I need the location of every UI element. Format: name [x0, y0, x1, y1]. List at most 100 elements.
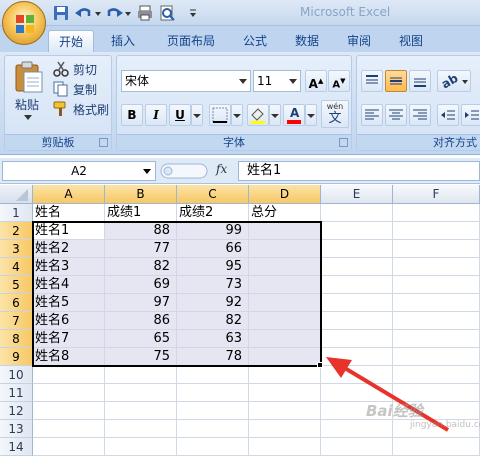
column-header-c[interactable]: C — [177, 185, 249, 204]
tab-home[interactable]: 开始 — [48, 30, 94, 52]
cell-c3[interactable]: 66 — [177, 240, 249, 258]
cell-c10[interactable] — [177, 366, 249, 384]
cell-a6[interactable]: 姓名5 — [33, 294, 105, 312]
cell-c7[interactable]: 82 — [177, 312, 249, 330]
cell-d2[interactable] — [249, 222, 321, 240]
cell-a3[interactable]: 姓名2 — [33, 240, 105, 258]
fill-handle[interactable] — [317, 362, 323, 368]
cell-a4[interactable]: 姓名3 — [33, 258, 105, 276]
clipboard-dialog-launcher-icon[interactable] — [99, 138, 108, 147]
cell-b4[interactable]: 82 — [105, 258, 177, 276]
undo-icon[interactable] — [74, 4, 92, 22]
cell-f9[interactable] — [393, 348, 480, 366]
cell-d4[interactable] — [249, 258, 321, 276]
fill-color-dropdown-button[interactable] — [269, 104, 281, 126]
bold-button[interactable]: B — [121, 104, 143, 126]
cell-e1[interactable] — [321, 204, 393, 222]
cell-d6[interactable] — [249, 294, 321, 312]
cell-f3[interactable] — [393, 240, 480, 258]
cell-b11[interactable] — [105, 384, 177, 402]
italic-button[interactable]: I — [145, 104, 167, 126]
font-color-button[interactable]: A — [283, 104, 305, 126]
cell-e8[interactable] — [321, 330, 393, 348]
name-box-dropdown-icon[interactable] — [143, 169, 151, 174]
cell-b5[interactable]: 69 — [105, 276, 177, 294]
cell-d10[interactable] — [249, 366, 321, 384]
row-header-5[interactable]: 5 — [0, 276, 33, 294]
office-button[interactable] — [2, 1, 46, 45]
paste-button[interactable]: 粘贴 — [11, 60, 45, 120]
cell-d7[interactable] — [249, 312, 321, 330]
row-header-4[interactable]: 4 — [0, 258, 33, 276]
cell-b13[interactable] — [105, 420, 177, 438]
cell-b6[interactable]: 97 — [105, 294, 177, 312]
row-header-3[interactable]: 3 — [0, 240, 33, 258]
shrink-font-button[interactable]: A▼ — [328, 70, 350, 92]
font-name-dropdown-icon[interactable] — [239, 79, 247, 84]
cell-c8[interactable]: 63 — [177, 330, 249, 348]
cell-c1[interactable]: 成绩2 — [177, 204, 249, 222]
cell-e4[interactable] — [321, 258, 393, 276]
cell-f8[interactable] — [393, 330, 480, 348]
row-header-13[interactable]: 13 — [0, 420, 33, 438]
cell-b10[interactable] — [105, 366, 177, 384]
tab-data[interactable]: 数据 — [284, 30, 330, 52]
cell-a9[interactable]: 姓名8 — [33, 348, 105, 366]
cell-f5[interactable] — [393, 276, 480, 294]
cell-d3[interactable] — [249, 240, 321, 258]
save-icon[interactable] — [52, 4, 70, 22]
format-painter-button[interactable]: 格式刷 — [51, 100, 113, 118]
row-header-9[interactable]: 9 — [0, 348, 33, 366]
row-header-10[interactable]: 10 — [0, 366, 33, 384]
select-all-corner[interactable] — [0, 185, 33, 204]
cell-c6[interactable]: 92 — [177, 294, 249, 312]
row-header-6[interactable]: 6 — [0, 294, 33, 312]
cell-d11[interactable] — [249, 384, 321, 402]
row-header-7[interactable]: 7 — [0, 312, 33, 330]
cell-a8[interactable]: 姓名7 — [33, 330, 105, 348]
cell-c9[interactable]: 78 — [177, 348, 249, 366]
tab-review[interactable]: 审阅 — [336, 30, 382, 52]
redo-icon[interactable] — [104, 4, 123, 22]
cell-c11[interactable] — [177, 384, 249, 402]
cell-a12[interactable] — [33, 402, 105, 420]
cell-c4[interactable]: 95 — [177, 258, 249, 276]
print-icon[interactable] — [136, 4, 154, 22]
border-dropdown-button[interactable] — [231, 104, 243, 126]
cell-d14[interactable] — [249, 438, 321, 456]
cell-b9[interactable]: 75 — [105, 348, 177, 366]
column-header-a[interactable]: A — [33, 185, 105, 204]
cell-f1[interactable] — [393, 204, 480, 222]
underline-dropdown-button[interactable] — [191, 104, 203, 126]
cell-e3[interactable] — [321, 240, 393, 258]
fill-color-button[interactable] — [247, 104, 269, 126]
row-header-2[interactable]: 2 — [0, 222, 33, 240]
font-size-combo[interactable]: 11 — [253, 70, 301, 92]
cell-f4[interactable] — [393, 258, 480, 276]
column-header-d[interactable]: D — [249, 185, 321, 204]
row-header-12[interactable]: 12 — [0, 402, 33, 420]
cell-d1[interactable]: 总分 — [249, 204, 321, 222]
cell-e7[interactable] — [321, 312, 393, 330]
cell-a7[interactable]: 姓名6 — [33, 312, 105, 330]
column-header-b[interactable]: B — [105, 185, 177, 204]
font-name-combo[interactable]: 宋体 — [121, 70, 251, 92]
grow-font-button[interactable]: A▲ — [305, 70, 327, 92]
copy-button[interactable]: 复制 — [51, 80, 111, 98]
cut-button[interactable]: 剪切 — [51, 60, 111, 78]
border-button[interactable] — [209, 104, 231, 126]
row-header-14[interactable]: 14 — [0, 438, 33, 456]
cell-d5[interactable] — [249, 276, 321, 294]
cell-c13[interactable] — [177, 420, 249, 438]
align-middle-button[interactable] — [385, 70, 407, 92]
row-header-1[interactable]: 1 — [0, 204, 33, 222]
cell-d13[interactable] — [249, 420, 321, 438]
align-top-button[interactable] — [361, 70, 383, 92]
cell-f7[interactable] — [393, 312, 480, 330]
cell-b12[interactable] — [105, 402, 177, 420]
cell-e13[interactable] — [321, 420, 393, 438]
cell-b2[interactable]: 88 — [105, 222, 177, 240]
cell-d8[interactable] — [249, 330, 321, 348]
cell-d12[interactable] — [249, 402, 321, 420]
align-right-button[interactable] — [409, 104, 431, 126]
